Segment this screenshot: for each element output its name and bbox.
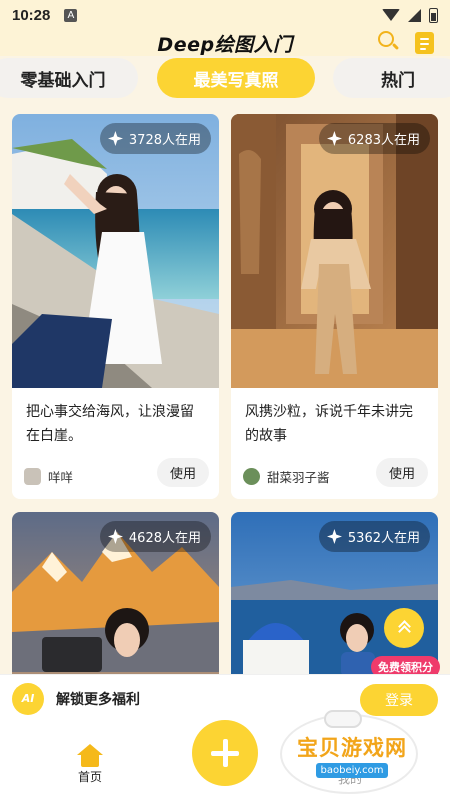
template-photo-mountain[interactable]: 4628人在用	[12, 512, 219, 674]
author-avatar	[243, 468, 260, 485]
tab-hot[interactable]: 热门	[333, 58, 450, 98]
document-icon[interactable]	[415, 32, 434, 54]
home-icon	[77, 740, 103, 767]
use-template-button[interactable]: 使用	[376, 458, 428, 487]
usage-badge: 5362人在用	[318, 521, 430, 552]
category-tabs: 零基础入门 最美写真照 热门	[0, 58, 450, 102]
wifi-icon	[382, 9, 400, 21]
template-grid: 3728人在用 把心事交给海风，让浪漫留在白崖。 咩咩 使用 6283人在用 风…	[0, 114, 450, 674]
tab-portrait[interactable]: 最美写真照	[157, 58, 315, 98]
sparkle-icon	[327, 131, 342, 146]
usage-badge: 3728人在用	[99, 123, 211, 154]
scroll-to-top-button[interactable]	[384, 608, 424, 648]
signal-icon	[408, 8, 421, 22]
ai-logo: AI	[12, 682, 44, 715]
template-description: 风携沙粒，诉说千年未讲完的故事	[245, 404, 413, 444]
template-description: 把心事交给海风，让浪漫留在白崖。	[26, 404, 194, 444]
tab-beginner[interactable]: 零基础入门	[0, 58, 138, 98]
watermark-title: 宝贝游戏网	[297, 736, 407, 760]
status-bar: 10:28 A	[0, 0, 450, 30]
template-card[interactable]: 5362人在用	[231, 512, 438, 674]
search-icon[interactable]	[376, 30, 400, 54]
watermark-url: baobeiy.com	[316, 763, 388, 778]
usage-badge: 6283人在用	[318, 123, 430, 154]
author-name: 甜菜羽子酱	[267, 470, 330, 485]
usage-badge: 4628人在用	[99, 521, 211, 552]
nav-home-label: 首页	[77, 770, 102, 784]
sparkle-icon	[327, 529, 342, 544]
nav-home[interactable]: 首页	[64, 740, 116, 785]
status-time: 10:28	[12, 6, 51, 24]
app-header: Deep绘图入门	[0, 30, 450, 56]
watermark: 宝贝游戏网 baobeiy.com	[272, 708, 432, 796]
template-card[interactable]: 6283人在用 风携沙粒，诉说千年未讲完的故事 甜菜羽子酱 使用	[231, 114, 438, 499]
create-button[interactable]	[192, 720, 258, 786]
author-name: 咩咩	[48, 470, 74, 485]
template-photo-santorini[interactable]: 5362人在用	[231, 512, 438, 674]
gamepad-icon	[324, 710, 362, 728]
template-card[interactable]: 4628人在用	[12, 512, 219, 674]
sparkle-icon	[108, 529, 123, 544]
use-template-button[interactable]: 使用	[157, 458, 209, 487]
author-avatar	[24, 468, 41, 485]
sparkle-icon	[108, 131, 123, 146]
unlock-text: 解锁更多福利	[56, 691, 140, 708]
battery-icon	[429, 7, 438, 23]
template-photo-temple[interactable]: 6283人在用	[231, 114, 438, 388]
template-photo-cliff[interactable]: 3728人在用	[12, 114, 219, 388]
template-card[interactable]: 3728人在用 把心事交给海风，让浪漫留在白崖。 咩咩 使用	[12, 114, 219, 499]
notification-a-icon: A	[64, 8, 78, 22]
